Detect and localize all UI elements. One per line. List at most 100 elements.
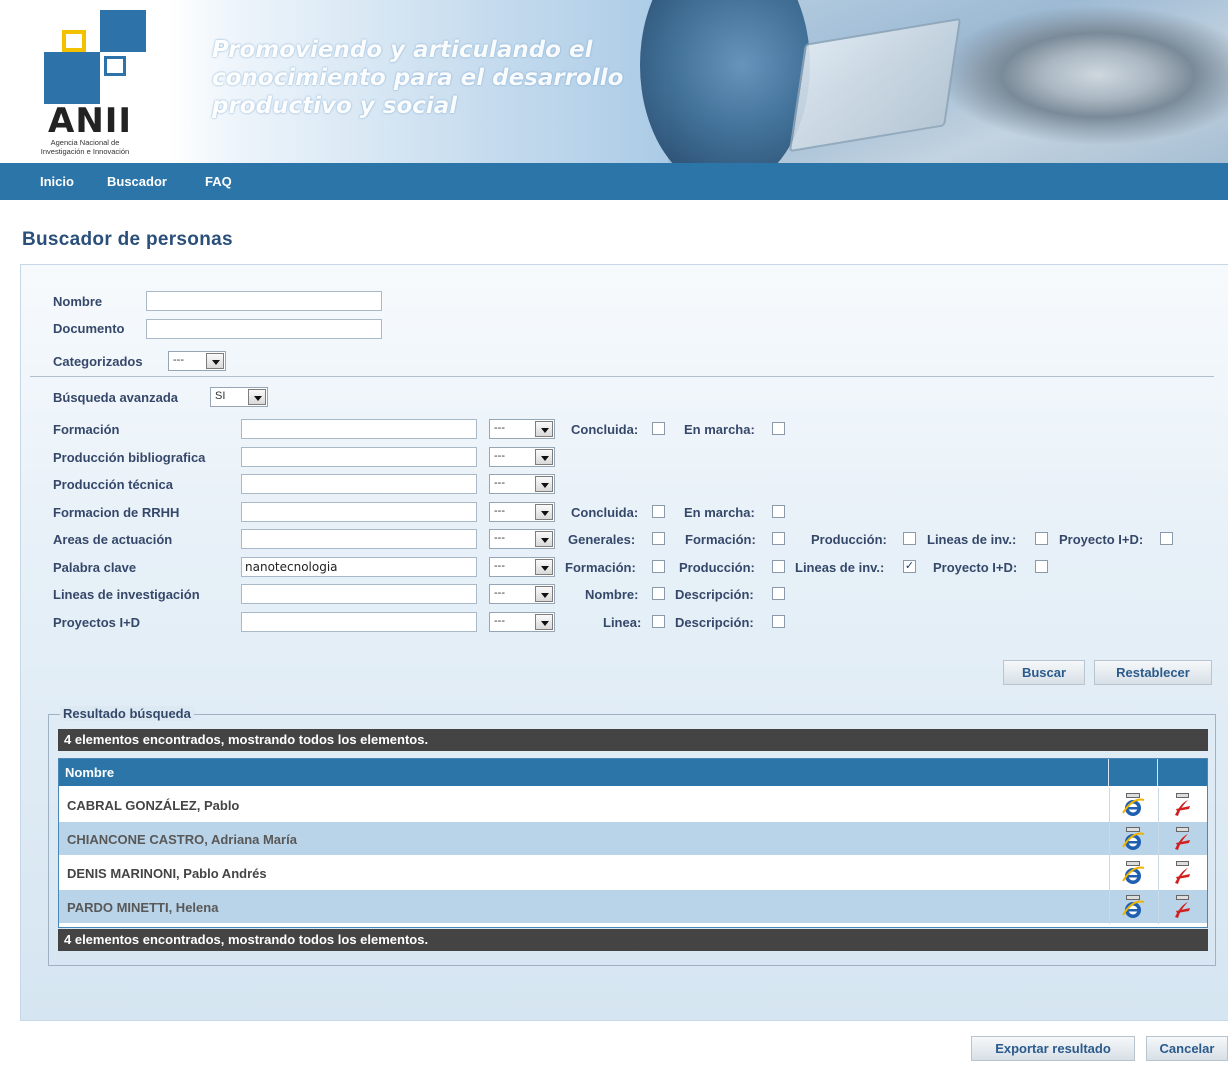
column-separator [1109,890,1110,924]
chevron-down-icon[interactable] [535,614,553,630]
column-header-pdf [1158,759,1207,786]
nombre-input[interactable] [146,291,382,311]
exportar-resultado-button[interactable]: Exportar resultado [971,1036,1135,1061]
concluida-checkbox[interactable] [652,505,665,518]
generales-checkbox[interactable] [652,532,665,545]
chevron-down-icon[interactable] [535,531,553,547]
palabra-clave-label: Palabra clave [53,560,137,575]
ie-html-icon[interactable] [1121,827,1145,851]
categorizados-select-value: --- [173,354,184,366]
proyectos-id-input[interactable] [241,612,477,632]
column-header-nombre[interactable]: Nombre [59,759,1109,786]
chevron-down-icon[interactable] [206,353,224,369]
divider [30,376,1214,377]
produccion-bibliografica-select[interactable]: --- [489,447,555,467]
lineas-investigacion-label: Lineas de investigación [53,587,200,602]
pdf-icon[interactable] [1170,861,1194,885]
linea-checkbox[interactable] [652,615,665,628]
check-label: Lineas de inv.: [795,560,885,575]
lineas-investigacion-select[interactable]: --- [489,584,555,604]
select-value: --- [494,477,505,489]
check-label: Producción: [811,532,887,547]
check-label: Producción: [679,560,755,575]
en-marcha-checkbox[interactable] [772,505,785,518]
ie-html-icon[interactable] [1121,861,1145,885]
table-row[interactable]: CHIANCONE CASTRO, Adriana María [59,822,1207,856]
nav-item-faq[interactable]: FAQ [205,174,232,189]
pdf-icon[interactable] [1170,793,1194,817]
formacion-rrhh-select[interactable]: --- [489,502,555,522]
check-label: Descripción: [675,587,754,602]
person-name[interactable]: PARDO MINETTI, Helena [67,900,218,915]
busqueda-avanzada-select[interactable]: SI [210,387,268,407]
formacion-rrhh-input[interactable] [241,502,477,522]
table-row[interactable]: CABRAL GONZÁLEZ, Pablo [59,788,1207,822]
person-name[interactable]: DENIS MARINONI, Pablo Andrés [67,866,267,881]
select-value: --- [494,532,505,544]
nav-item-inicio[interactable]: Inicio [40,174,74,189]
select-value: --- [494,587,505,599]
palabra-clave-select[interactable]: --- [489,557,555,577]
areas-actuacion-input[interactable] [241,529,477,549]
logo-subtitle-line: Agencia Nacional de [50,138,120,147]
produccion-checkbox[interactable] [903,532,916,545]
table-row[interactable]: PARDO MINETTI, Helena [59,890,1207,924]
formacion-input[interactable] [241,419,477,439]
column-separator [1109,788,1110,822]
proyecto-id-checkbox[interactable] [1160,532,1173,545]
produccion-tecnica-input[interactable] [241,474,477,494]
chevron-down-icon[interactable] [535,559,553,575]
chevron-down-icon[interactable] [535,504,553,520]
logo-subtitle-line: Investigación e Innovación [40,147,130,156]
proyectos-id-select[interactable]: --- [489,612,555,632]
column-separator [1158,856,1159,890]
chevron-down-icon[interactable] [535,421,553,437]
lineas-inv-checkbox-checked[interactable]: ✓ [903,560,916,573]
ie-html-icon[interactable] [1121,895,1145,919]
person-name[interactable]: CHIANCONE CASTRO, Adriana María [67,832,297,847]
en-marcha-checkbox[interactable] [772,422,785,435]
person-name[interactable]: CABRAL GONZÁLEZ, Pablo [67,798,239,813]
pdf-icon[interactable] [1170,895,1194,919]
descripcion-checkbox[interactable] [772,615,785,628]
produccion-bibliografica-input[interactable] [241,447,477,467]
column-separator [1158,822,1159,856]
descripcion-checkbox[interactable] [772,587,785,600]
formacion-checkbox[interactable] [772,532,785,545]
lineas-investigacion-input[interactable] [241,584,477,604]
formacion-select[interactable]: --- [489,419,555,439]
select-value: --- [494,615,505,627]
proyectos-id-label: Proyectos I+D [53,615,141,630]
lineas-inv-checkbox[interactable] [1035,532,1048,545]
chevron-down-icon[interactable] [248,389,266,405]
check-label: Formación: [685,532,756,547]
buscar-button[interactable]: Buscar [1003,660,1085,685]
chevron-down-icon[interactable] [535,449,553,465]
check-label: Lineas de inv.: [927,532,1017,547]
chevron-down-icon[interactable] [535,476,553,492]
cancelar-button[interactable]: Cancelar [1146,1036,1228,1061]
column-separator [1158,890,1159,924]
areas-actuacion-label: Areas de actuación [53,532,173,547]
slogan: Promoviendo y articulando el conocimient… [212,36,672,120]
formacion-label: Formación [53,422,120,437]
restablecer-button[interactable]: Restablecer [1094,660,1212,685]
palabra-clave-input[interactable] [241,557,477,577]
concluida-checkbox[interactable] [652,422,665,435]
nav-item-buscador[interactable]: Buscador [107,174,167,189]
pdf-icon[interactable] [1170,827,1194,851]
areas-actuacion-select[interactable]: --- [489,529,555,549]
logo-text: ANII [48,101,133,141]
ie-html-icon[interactable] [1121,793,1145,817]
nombre-checkbox[interactable] [652,587,665,600]
produccion-tecnica-select[interactable]: --- [489,474,555,494]
documento-input[interactable] [146,319,382,339]
logo-square-outline [104,56,126,76]
categorizados-select[interactable]: --- [168,351,226,371]
formacion-checkbox[interactable] [652,560,665,573]
table-row[interactable]: DENIS MARINONI, Pablo Andrés [59,856,1207,890]
proyecto-id-checkbox[interactable] [1035,560,1048,573]
logo-square-outline [62,30,86,52]
produccion-checkbox[interactable] [772,560,785,573]
chevron-down-icon[interactable] [535,586,553,602]
